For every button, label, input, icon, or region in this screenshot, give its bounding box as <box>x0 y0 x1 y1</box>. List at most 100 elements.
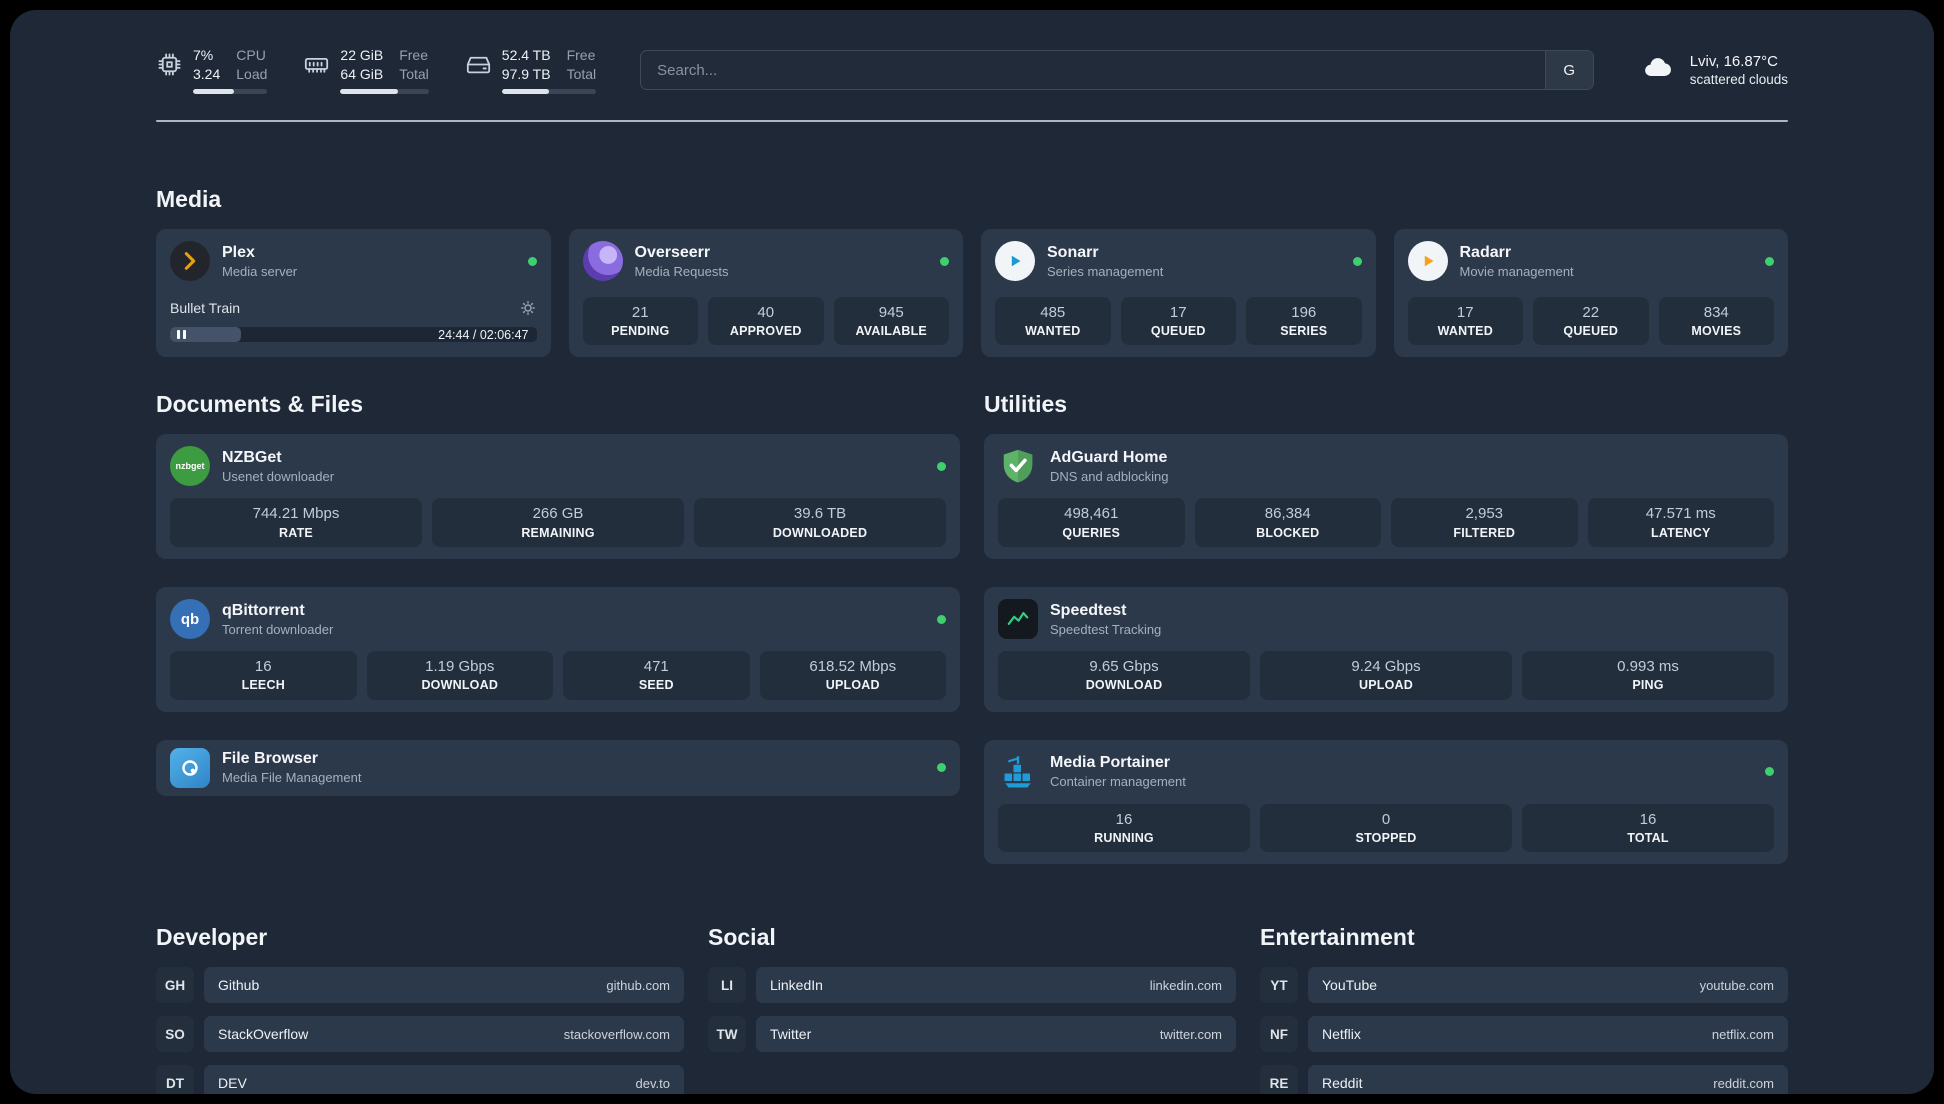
stat-box: 498,461 QUERIES <box>998 498 1185 547</box>
bookmark-reddit[interactable]: RE Reddit reddit.com <box>1260 1065 1788 1094</box>
bookmark-name: YouTube <box>1322 977 1378 994</box>
disk-free-value: 52.4 TB <box>501 47 551 63</box>
app-subtitle: Container management <box>1050 774 1186 790</box>
stat-value: 266 GB <box>532 505 584 523</box>
stat-value: 22 <box>1582 303 1600 321</box>
bookmarks-area: Developer GH Github github.com SO StackO… <box>156 924 1788 1094</box>
documents-section: Documents & Files nzbget NZBGet Usenet d… <box>156 391 960 864</box>
bookmark-abbr: TW <box>708 1016 746 1053</box>
bookmark-url: dev.to <box>635 1075 670 1091</box>
status-dot <box>1765 767 1774 777</box>
bookmark-name: StackOverflow <box>218 1026 309 1043</box>
stat-box: 16 TOTAL <box>1522 803 1774 853</box>
portainer-card[interactable]: Media Portainer Container management 16 … <box>984 739 1788 865</box>
disk-metric: 52.4 TB 97.9 TB Free Total <box>465 46 597 95</box>
bookmark-linkedin[interactable]: LI LinkedIn linkedin.com <box>708 967 1236 1004</box>
stat-box: 17 QUEUED <box>1120 296 1236 346</box>
app-name: Radarr <box>1459 243 1512 261</box>
bookmark-name: DEV <box>218 1075 247 1092</box>
bookmark-youtube[interactable]: YT YouTube youtube.com <box>1260 967 1788 1004</box>
qbittorrent-card[interactable]: qb qBittorrent Torrent downloader 16 LEE… <box>156 587 960 712</box>
bookmark-twitter[interactable]: TW Twitter twitter.com <box>708 1016 1236 1053</box>
ram-icon <box>303 51 330 78</box>
bookmark-abbr: NF <box>1260 1016 1298 1053</box>
status-dot <box>527 256 537 266</box>
app-name: File Browser <box>222 750 319 768</box>
bookmark-url: twitter.com <box>1159 1026 1222 1042</box>
cpu-icon <box>156 51 183 78</box>
stat-label: UPLOAD <box>825 678 880 693</box>
search-bar[interactable]: G <box>640 50 1594 91</box>
sonarr-card[interactable]: Sonarr Series management 485 WANTED 17 Q… <box>981 229 1376 358</box>
media-section: Media Plex Media server Bullet Train 24:… <box>156 186 1788 358</box>
stat-box: 744.21 Mbps RATE <box>170 498 422 547</box>
stat-label: PING <box>1632 678 1664 693</box>
stat-box: 0.993 ms PING <box>1522 651 1774 700</box>
weather-condition: scattered clouds <box>1689 72 1788 88</box>
app-subtitle: Torrent downloader <box>222 621 334 637</box>
stat-value: 945 <box>878 303 904 321</box>
stat-value: 17 <box>1456 303 1474 321</box>
sonarr-icon <box>995 241 1035 282</box>
search-input[interactable] <box>641 51 1545 90</box>
bookmark-name: LinkedIn <box>770 977 823 994</box>
stat-value: 17 <box>1169 303 1187 321</box>
nzbget-card[interactable]: nzbget NZBGet Usenet downloader 744.21 M… <box>156 434 960 559</box>
bookmark-netflix[interactable]: NF Netflix netflix.com <box>1260 1016 1788 1053</box>
stat-label: LATENCY <box>1651 525 1711 540</box>
bookmark-dev[interactable]: DT DEV dev.to <box>156 1065 684 1094</box>
stat-label: FILTERED <box>1453 525 1516 540</box>
stat-box: 618.52 Mbps UPLOAD <box>759 651 946 700</box>
adguard-card[interactable]: AdGuard Home DNS and adblocking 498,461 … <box>984 434 1788 559</box>
app-name: Sonarr <box>1047 243 1099 261</box>
filebrowser-card[interactable]: File Browser Media File Management <box>156 739 960 796</box>
overseerr-card[interactable]: Overseerr Media Requests 21 PENDING 40 A… <box>568 229 963 358</box>
stat-label: LEECH <box>241 678 285 693</box>
app-name: Plex <box>222 243 255 261</box>
bookmark-github[interactable]: GH Github github.com <box>156 967 684 1004</box>
media-grid: Plex Media server Bullet Train 24:44 / 0… <box>156 229 1788 358</box>
disk-usage-fill <box>501 89 549 95</box>
adguard-icon <box>998 446 1038 486</box>
stat-value: 834 <box>1703 303 1729 321</box>
cpu-usage-fill <box>193 89 234 95</box>
pause-icon[interactable] <box>177 330 186 340</box>
ram-metric: 22 GiB 64 GiB Free Total <box>303 46 429 95</box>
plex-card[interactable]: Plex Media server Bullet Train 24:44 / 0… <box>156 229 551 358</box>
stat-value: 618.52 Mbps <box>809 658 897 675</box>
bookmark-abbr: LI <box>708 967 746 1004</box>
nzbget-icon-text: nzbget <box>175 461 205 472</box>
stat-value: 16 <box>254 658 272 675</box>
bookmark-url: stackoverflow.com <box>563 1026 670 1042</box>
app-name: AdGuard Home <box>1050 448 1168 466</box>
stat-value: 0 <box>1381 810 1391 828</box>
radarr-icon <box>1407 241 1448 282</box>
radarr-card[interactable]: Radarr Movie management 17 WANTED 22 QUE… <box>1393 229 1788 358</box>
search-engine-button[interactable]: G <box>1544 51 1593 90</box>
stat-value: 16 <box>1639 810 1657 828</box>
app-name: Speedtest <box>1050 601 1127 619</box>
stat-label: DOWNLOAD <box>1085 678 1163 693</box>
stat-value: 498,461 <box>1064 505 1119 523</box>
bookmark-stackoverflow[interactable]: SO StackOverflow stackoverflow.com <box>156 1016 684 1053</box>
app-subtitle: Series management <box>1047 263 1164 279</box>
app-subtitle: DNS and adblocking <box>1050 468 1169 484</box>
bookmark-abbr: RE <box>1260 1065 1298 1094</box>
stat-value: 39.6 TB <box>793 505 847 523</box>
app-subtitle: Speedtest Tracking <box>1050 621 1162 637</box>
entertainment-section-title: Entertainment <box>1260 924 1415 951</box>
app-subtitle: Usenet downloader <box>222 468 335 484</box>
settings-gear-icon[interactable] <box>519 299 537 317</box>
status-dot <box>940 256 949 266</box>
bookmark-abbr: GH <box>156 967 194 1004</box>
stat-box: 2,953 FILTERED <box>1391 498 1578 547</box>
middle-columns: Documents & Files nzbget NZBGet Usenet d… <box>156 391 1788 865</box>
speedtest-card[interactable]: Speedtest Speedtest Tracking 9.65 Gbps D… <box>984 587 1788 712</box>
stat-value: 1.19 Gbps <box>425 658 495 675</box>
stat-value: 40 <box>757 303 775 321</box>
ram-total-value: 64 GiB <box>340 66 384 83</box>
stat-box: 485 WANTED <box>995 296 1111 346</box>
stat-label: DOWNLOADED <box>772 525 868 540</box>
app-name: NZBGet <box>222 448 282 466</box>
stat-label: AVAILABLE <box>855 324 927 338</box>
